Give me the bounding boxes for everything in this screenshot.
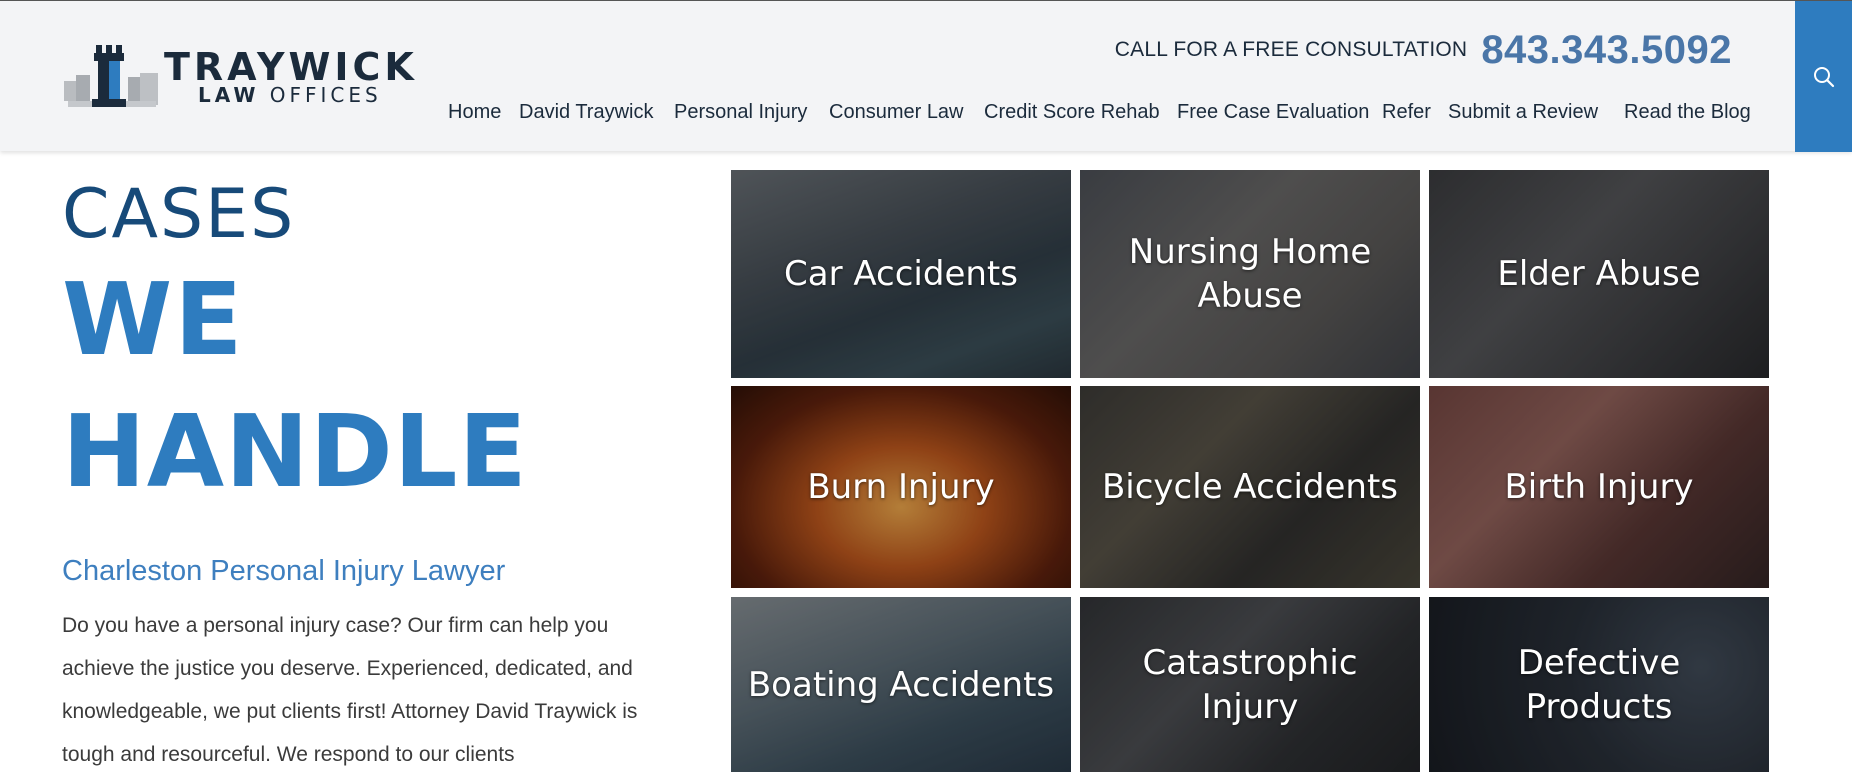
nav-item-read-the-blog[interactable]: Read the Blog xyxy=(1624,101,1751,124)
nav-item-consumer-law[interactable]: Consumer Law xyxy=(829,101,964,124)
case-label: Car Accidents xyxy=(784,254,1018,294)
intro-paragraph: Do you have a personal injury case? Our … xyxy=(62,614,638,766)
case-label: Birth Injury xyxy=(1504,467,1694,507)
case-label: Burn Injury xyxy=(807,467,995,507)
logo-sub-law: LAW xyxy=(198,83,260,107)
logo-subtitle: LAW OFFICES xyxy=(198,83,382,107)
consultation-cta: CALL FOR A FREE CONSULTATION 843.343.509… xyxy=(1115,23,1732,77)
page-subheading: Charleston Personal Injury Lawyer xyxy=(62,555,506,587)
hero-heading-cases: CASES xyxy=(62,175,296,254)
case-label: Nursing Home Abuse xyxy=(1128,232,1372,316)
case-tile-defective-products[interactable]: Defective Products xyxy=(1429,597,1769,772)
nav-item-personal-injury[interactable]: Personal Injury xyxy=(674,101,807,124)
case-tile-boating-accidents[interactable]: Boating Accidents xyxy=(731,597,1071,772)
cases-grid: Car Accidents Nursing Home Abuse Elder A… xyxy=(731,170,1769,772)
case-label: Boating Accidents xyxy=(747,664,1055,705)
case-tile-birth-injury[interactable]: Birth Injury xyxy=(1429,386,1769,588)
search-button[interactable] xyxy=(1795,1,1852,152)
search-icon xyxy=(1813,66,1834,87)
nav-item-david-traywick[interactable]: David Traywick xyxy=(519,101,653,124)
case-tile-burn-injury[interactable]: Burn Injury xyxy=(731,386,1071,588)
logo-sub-offices: OFFICES xyxy=(269,83,382,107)
nav-item-refer[interactable]: Refer xyxy=(1382,101,1431,124)
case-tile-catastrophic-injury[interactable]: Catastrophic Injury xyxy=(1080,597,1420,772)
case-tile-car-accidents[interactable]: Car Accidents xyxy=(731,170,1071,378)
hero-heading-we: WE xyxy=(62,261,245,378)
site-header: TRAYWICK LAW OFFICES CALL FOR A FREE CON… xyxy=(0,0,1852,152)
cta-label: CALL FOR A FREE CONSULTATION xyxy=(1114,38,1468,61)
case-label: Defective Products xyxy=(1517,642,1681,727)
case-label: Bicycle Accidents xyxy=(1101,467,1399,507)
case-tile-bicycle-accidents[interactable]: Bicycle Accidents xyxy=(1080,386,1420,588)
phone-link[interactable]: 843.343.5092 xyxy=(1481,28,1732,73)
hero-heading-handle: HANDLE xyxy=(62,393,528,510)
case-tile-nursing-home-abuse[interactable]: Nursing Home Abuse xyxy=(1080,170,1420,378)
nav-item-free-case-evaluation[interactable]: Free Case Evaluation xyxy=(1177,101,1369,124)
case-label: Elder Abuse xyxy=(1497,254,1701,294)
nav-item-submit-a-review[interactable]: Submit a Review xyxy=(1448,101,1598,124)
nav-item-credit-score-rehab[interactable]: Credit Score Rehab xyxy=(984,101,1160,124)
case-label: Catastrophic Injury xyxy=(1142,642,1358,727)
nav-item-home[interactable]: Home xyxy=(448,101,501,124)
logo[interactable]: TRAYWICK LAW OFFICES xyxy=(62,43,422,113)
rook-logo-icon xyxy=(64,45,158,107)
case-tile-elder-abuse[interactable]: Elder Abuse xyxy=(1429,170,1769,378)
